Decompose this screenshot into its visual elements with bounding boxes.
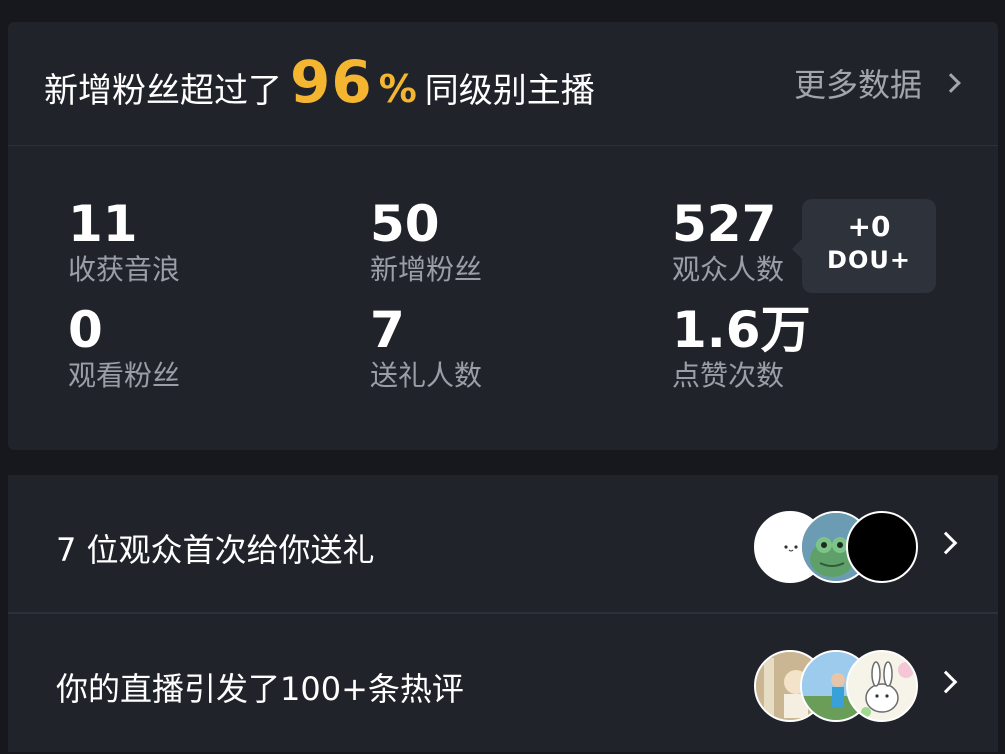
stat-value: 527	[672, 195, 777, 253]
stat-likes: 1.6万 点赞次数	[672, 302, 811, 394]
stat-follower-views: 0 观看粉丝	[68, 302, 180, 394]
stat-label: 观众人数	[672, 253, 785, 286]
stat-label: 收获音浪	[68, 253, 181, 286]
avatar-stack	[754, 511, 924, 583]
stat-gift-senders: 7 送礼人数	[370, 302, 482, 394]
stat-label: 送礼人数	[370, 359, 483, 392]
stat-value: 7	[370, 301, 405, 359]
more-data-label: 更多数据	[793, 66, 922, 104]
hot-comments-row[interactable]: 你的直播引发了100+条热评	[8, 614, 998, 752]
hot-comments-text: 你的直播引发了100+条热评	[56, 670, 464, 708]
dou-plus-label: DOU+	[827, 246, 911, 274]
headline-prefix: 新增粉丝超过了	[44, 71, 282, 111]
stats-card: 新增粉丝超过了 96 % 同级别主播 更多数据 11 收获音浪 50 新增粉丝 …	[8, 22, 998, 450]
avatar	[846, 650, 918, 722]
stat-value: 1.6万	[672, 301, 811, 359]
stat-value: 0	[68, 301, 103, 359]
dou-plus-delta: +0	[847, 210, 891, 243]
stat-new-followers: 50 新增粉丝	[370, 196, 482, 288]
stat-label: 观看粉丝	[68, 359, 181, 392]
first-gift-text: 7 位观众首次给你送礼	[56, 531, 375, 569]
chevron-right-icon	[934, 531, 958, 555]
stat-value: 50	[370, 195, 440, 253]
live-summary-page: 新增粉丝超过了 96 % 同级别主播 更多数据 11 收获音浪 50 新增粉丝 …	[0, 0, 1005, 754]
stat-label: 点赞次数	[672, 359, 785, 392]
stat-label: 新增粉丝	[370, 253, 483, 286]
headline: 新增粉丝超过了 96 % 同级别主播	[44, 48, 595, 120]
stat-value: 11	[68, 195, 138, 253]
dou-plus-badge[interactable]: +0 DOU+	[792, 199, 936, 293]
first-gift-row[interactable]: 7 位观众首次给你送礼	[8, 475, 998, 613]
headline-suffix: 同级别主播	[424, 71, 595, 111]
avatar	[846, 511, 918, 583]
avatar-stack	[754, 650, 924, 722]
card-header: 新增粉丝超过了 96 % 同级别主播 更多数据	[8, 22, 998, 146]
stat-gift-income: 11 收获音浪	[68, 196, 180, 288]
chevron-right-icon	[934, 670, 958, 694]
headline-percent-symbol: %	[378, 67, 417, 111]
more-data-link[interactable]: 更多数据	[793, 60, 961, 106]
headline-percent: 96	[290, 48, 373, 116]
stat-viewers: 527 观众人数	[672, 196, 784, 288]
chevron-right-icon	[941, 73, 961, 93]
